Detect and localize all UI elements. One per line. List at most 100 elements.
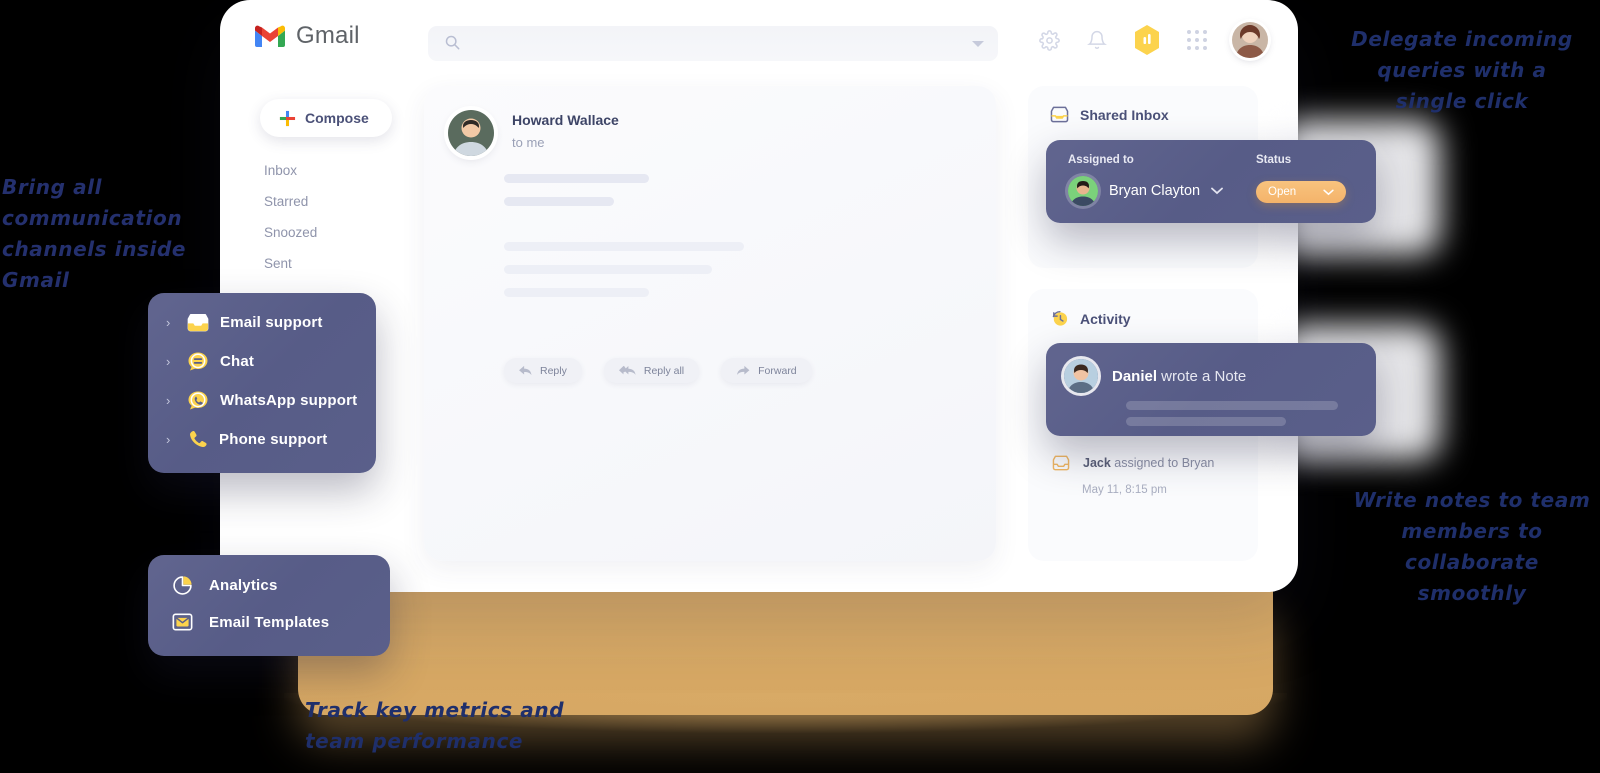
sender-avatar	[448, 110, 494, 156]
gmail-window: Gmail Compose Inbox Starred Snoozed Sent…	[220, 0, 1298, 592]
chevron-right-icon: ›	[166, 432, 171, 447]
sidebar-item-sent[interactable]: Sent	[260, 248, 410, 279]
menu-item-chat[interactable]: › Chat	[166, 351, 254, 372]
chat-bubble-icon	[187, 351, 209, 372]
chevron-down-icon[interactable]	[1323, 189, 1334, 196]
note-text: Daniel wrote a Note	[1112, 368, 1246, 385]
reply-label: Reply	[540, 364, 567, 377]
note-header: Daniel wrote a Note	[1064, 359, 1246, 393]
chevron-right-icon: ›	[166, 315, 171, 330]
bell-icon[interactable]	[1084, 27, 1110, 53]
search-options-chevron-down-icon[interactable]	[972, 41, 984, 47]
menu-item-email-support[interactable]: › Email support	[166, 313, 323, 332]
menu-label: Analytics	[209, 577, 278, 594]
skeleton-line	[504, 265, 712, 274]
activity-entry-text: Jack assigned to Bryan	[1083, 456, 1214, 470]
tools-menu: Analytics Email Templates	[148, 555, 390, 656]
note-skeleton-line	[1126, 401, 1338, 410]
menu-item-phone-support[interactable]: › Phone support	[166, 429, 327, 450]
apps-grid-icon[interactable]	[1184, 27, 1210, 53]
assignment-panel: Assigned to Status Bryan Clayton Open	[1046, 140, 1376, 223]
skeleton-line	[504, 288, 649, 297]
shared-inbox-title-row: Shared Inbox	[1050, 106, 1169, 123]
gear-icon[interactable]	[1036, 27, 1062, 53]
channels-menu: › Email support › Chat › WhatsApp suppor…	[148, 293, 376, 473]
phone-icon	[187, 429, 208, 450]
forward-button[interactable]: Forward	[721, 358, 812, 383]
assignee-name: Bryan Clayton	[1109, 183, 1201, 199]
assignee-selector[interactable]: Bryan Clayton	[1068, 176, 1223, 206]
email-actions: Reply Reply all Forward	[504, 358, 812, 383]
note-panel: Daniel wrote a Note	[1046, 343, 1376, 436]
whatsapp-icon	[187, 390, 209, 411]
sidebar-item-starred[interactable]: Starred	[260, 186, 410, 217]
annotation-bottom-right: Write notes to team members to collabora…	[1353, 488, 1591, 605]
header-icon-group	[1036, 22, 1268, 58]
menu-item-whatsapp-support[interactable]: › WhatsApp support	[166, 390, 357, 411]
note-author: Daniel	[1112, 367, 1158, 385]
assigned-to-label: Assigned to	[1068, 154, 1134, 166]
inbox-icon	[1050, 106, 1069, 123]
pie-chart-icon	[172, 575, 193, 596]
recipient-label: to me	[512, 135, 545, 150]
brand-name: Gmail	[296, 22, 360, 49]
email-reading-pane: Howard Wallace to me Reply Reply all For…	[424, 86, 996, 561]
activity-title: Activity	[1080, 310, 1131, 327]
app-header: Gmail	[220, 0, 1298, 86]
reply-all-label: Reply all	[643, 364, 685, 377]
sidebar-nav: Inbox Starred Snoozed Sent	[260, 155, 410, 279]
status-label: Status	[1256, 154, 1292, 166]
email-header: Howard Wallace to me	[448, 110, 619, 156]
reply-all-button[interactable]: Reply all	[603, 358, 700, 383]
annotation-bottom: Track key metrics and team performance	[305, 698, 565, 753]
activity-action: assigned to Bryan	[1110, 456, 1215, 470]
menu-item-email-templates[interactable]: Email Templates	[172, 612, 329, 632]
status-badge[interactable]: Open	[1256, 181, 1346, 203]
menu-label: Phone support	[219, 431, 328, 448]
history-clock-icon	[1050, 309, 1069, 328]
activity-entry: Jack assigned to Bryan	[1052, 455, 1214, 471]
search-input[interactable]	[472, 26, 976, 63]
shared-inbox-title: Shared Inbox	[1080, 106, 1169, 123]
status-value: Open	[1268, 186, 1297, 198]
sidebar-item-snoozed[interactable]: Snoozed	[260, 217, 410, 248]
menu-label: Chat	[220, 353, 255, 370]
sender-name: Howard Wallace	[512, 112, 619, 128]
gmail-logo-icon	[255, 25, 285, 48]
envelope-icon	[172, 612, 193, 632]
compose-button[interactable]: Compose	[260, 99, 392, 137]
note-action: wrote a Note	[1157, 367, 1247, 385]
note-skeleton-line	[1126, 417, 1286, 426]
compose-label: Compose	[305, 110, 369, 126]
assignee-avatar	[1068, 176, 1098, 206]
annotation-top-right: Delegate incoming queries with a single …	[1351, 27, 1573, 113]
search-bar[interactable]	[428, 26, 998, 63]
menu-item-analytics[interactable]: Analytics	[172, 575, 278, 596]
activity-actor: Jack	[1083, 456, 1111, 470]
reply-button[interactable]: Reply	[504, 358, 582, 383]
chevron-right-icon: ›	[166, 354, 171, 369]
activity-title-row: Activity	[1050, 309, 1131, 328]
activity-timestamp: May 11, 8:15 pm	[1082, 484, 1167, 496]
email-body-skeleton	[504, 174, 744, 311]
inbox-icon	[187, 313, 209, 332]
sidebar-item-inbox[interactable]: Inbox	[260, 155, 410, 186]
search-icon	[445, 35, 460, 50]
skeleton-line	[504, 242, 744, 251]
avatar[interactable]	[1232, 22, 1268, 58]
skeleton-line	[504, 197, 614, 206]
forward-label: Forward	[758, 364, 797, 377]
chevron-right-icon: ›	[166, 393, 171, 408]
reply-all-arrow-icon	[618, 365, 636, 376]
chevron-down-icon[interactable]	[1211, 187, 1223, 195]
inbox-icon	[1052, 455, 1070, 471]
plus-icon	[279, 110, 296, 127]
hexagon-analytics-icon[interactable]	[1132, 25, 1162, 55]
annotation-left: Bring all communication channels inside …	[2, 175, 187, 292]
note-author-avatar	[1064, 359, 1098, 393]
menu-label: WhatsApp support	[220, 392, 358, 409]
menu-label: Email support	[220, 314, 323, 331]
skeleton-line	[504, 174, 649, 183]
brand: Gmail	[255, 22, 360, 50]
forward-arrow-icon	[736, 365, 750, 376]
